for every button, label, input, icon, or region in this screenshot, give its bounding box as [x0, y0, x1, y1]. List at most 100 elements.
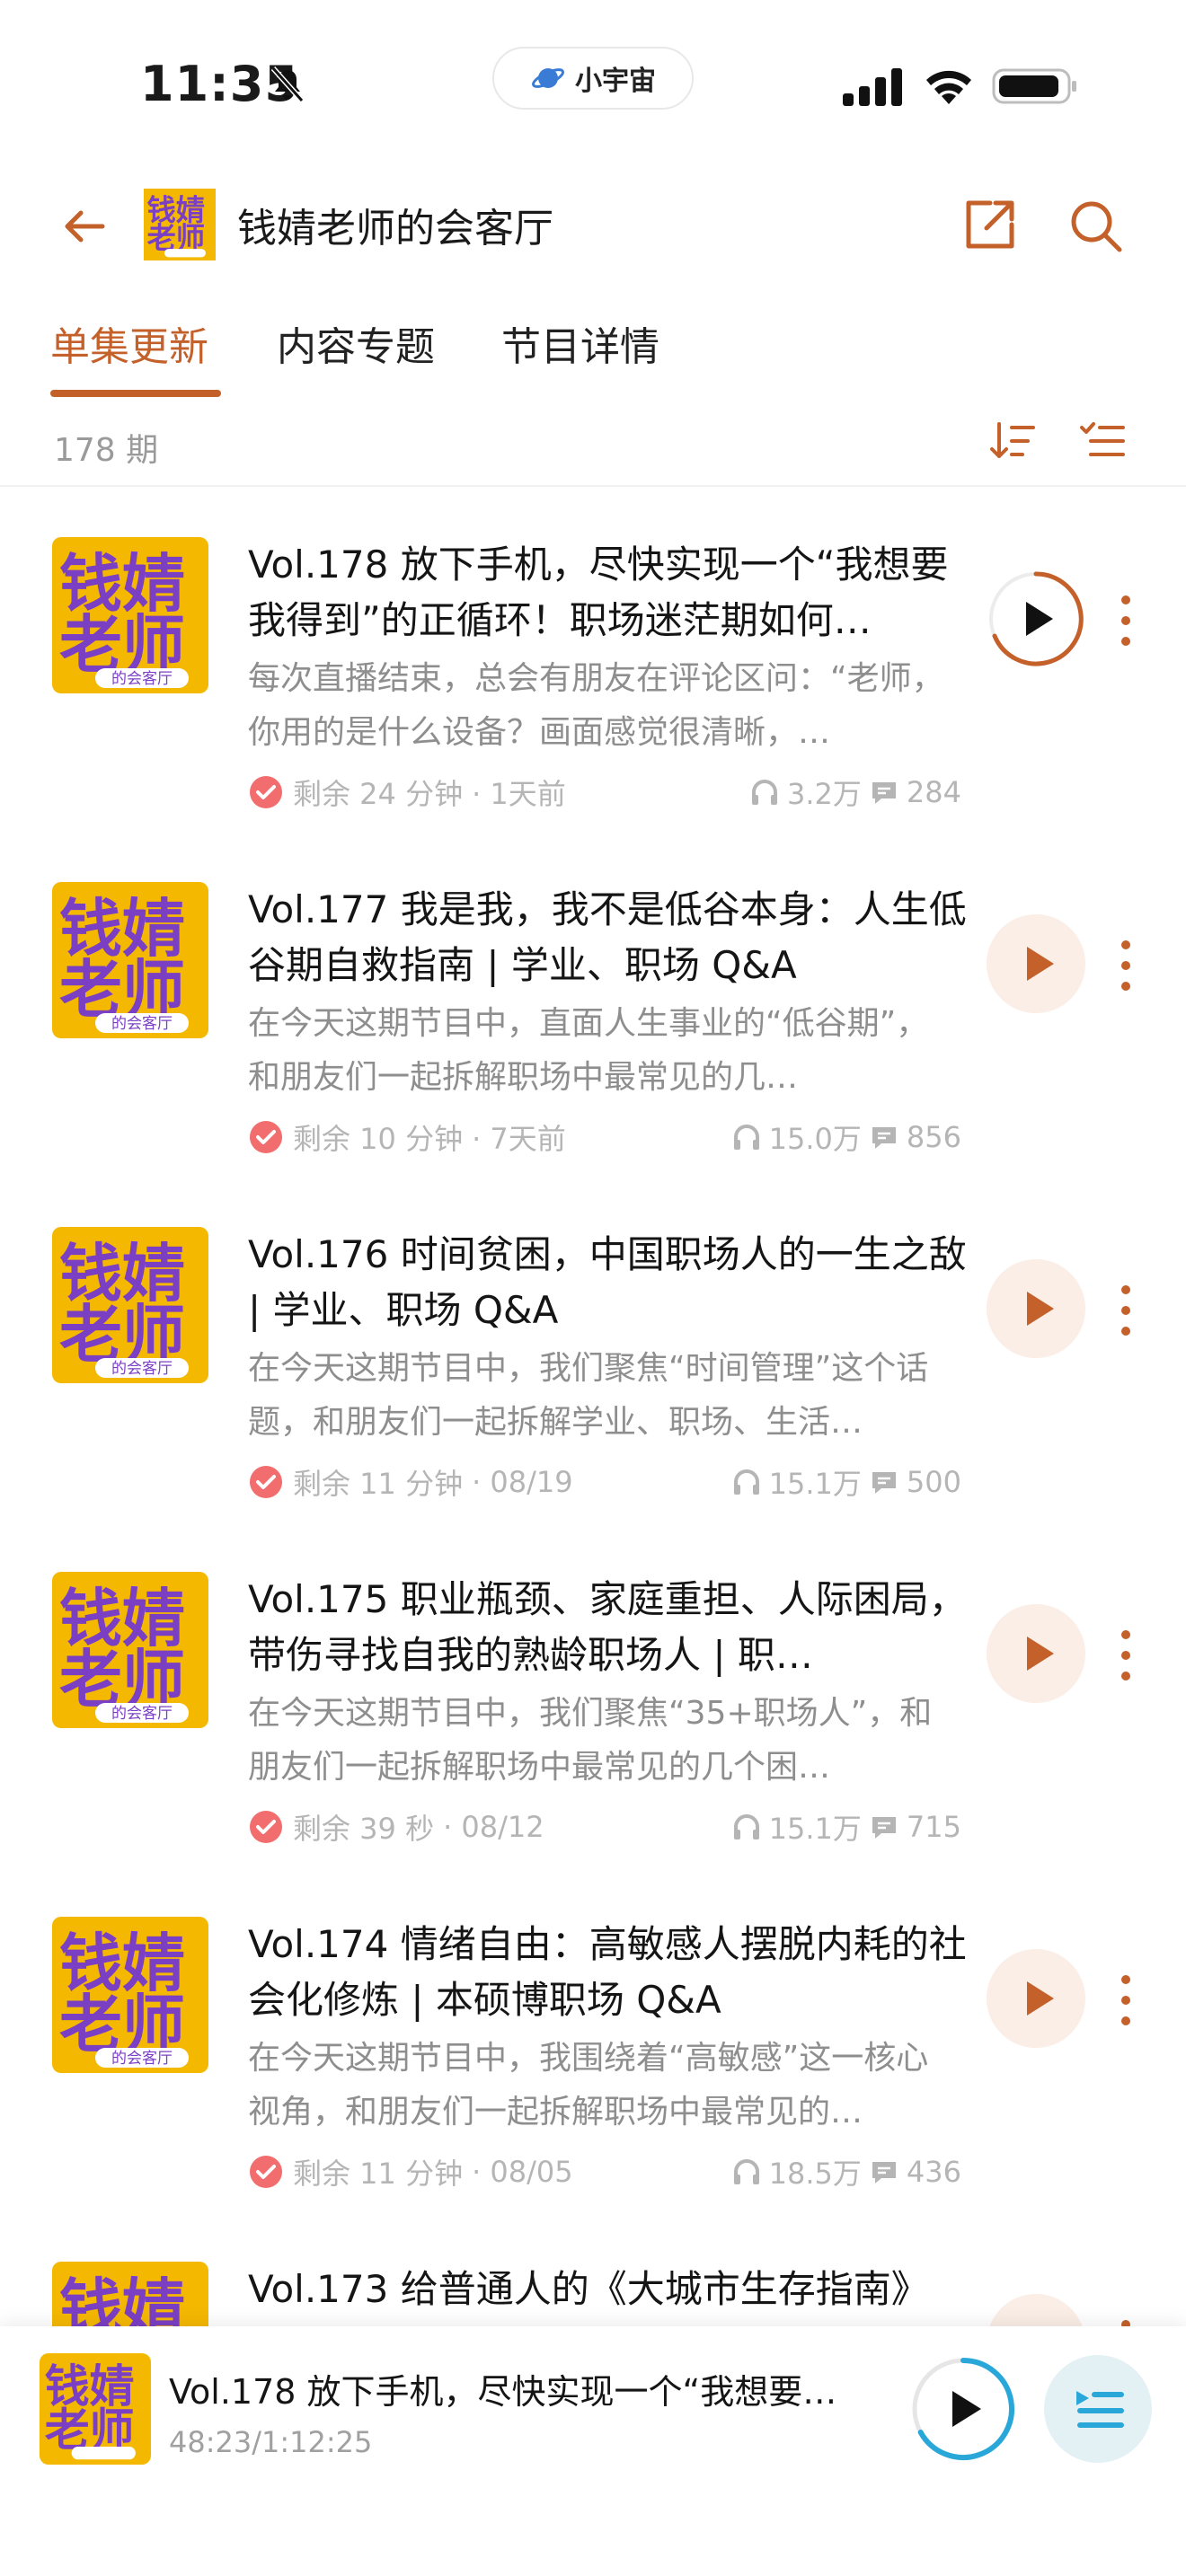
- more-vertical-icon[interactable]: [1114, 1281, 1137, 1340]
- episode-meta: 剩余 24 分钟 · 1天前: [248, 772, 566, 812]
- headphones-icon: [733, 1469, 759, 1495]
- episode-plays: 3.2万: [787, 777, 862, 811]
- episode-title: Vol.174 情绪自由：高敏感人摆脱内耗的社会化修炼 | 本硕博职场 Q&A: [248, 1922, 967, 2022]
- episode-description: 每次直播结束，总会有朋友在评论区问：“老师，你用的是什么设备？画面感觉很清晰，…: [248, 660, 944, 751]
- more-vertical-icon[interactable]: [1114, 1626, 1137, 1685]
- comment-icon: [872, 1472, 896, 1494]
- episode-cover: 钱婧老师的会客厅: [52, 882, 208, 1038]
- planet-icon: [531, 68, 565, 88]
- episode-comments: 715: [906, 1810, 961, 1844]
- episode-item[interactable]: 钱婧 老师 的会客厅 Vol.177 我是我，我不是低谷本身：人生低谷期自救指南 | …: [0, 830, 1186, 1175]
- episode-remaining: 剩余 24 分钟: [293, 777, 464, 811]
- episode-description: 在今天这期节目中，直面人生事业的“低谷期”，和朋友们一起拆解职场中最常见的几…: [248, 1005, 929, 1096]
- episode-plays: 15.1万: [768, 1467, 862, 1501]
- mini-play-button[interactable]: [909, 2355, 1017, 2463]
- episode-item[interactable]: 钱婧 老师 的会客厅 Vol.178 放下手机，尽快实现一个“我想要我得到”的正循环！…: [0, 485, 1186, 830]
- tab-details[interactable]: 节目详情: [501, 314, 659, 372]
- episode-date: · 08/05: [472, 2155, 573, 2189]
- more-vertical-icon[interactable]: [1114, 591, 1137, 650]
- episode-remaining: 剩余 39 秒: [293, 1812, 435, 1846]
- episode-comments: 500: [906, 1465, 961, 1499]
- episode-comments: 284: [906, 775, 961, 809]
- active-tab-indicator: [50, 390, 221, 397]
- podcast-logo: 钱婧 老师: [144, 189, 216, 260]
- episode-item[interactable]: 钱婧 老师 的会客厅 Vol.175 职业瓶颈、家庭重担、人际困局，带伤寻找自我的熟龄…: [0, 1520, 1186, 1865]
- svg-text:的会客厅: 的会客厅: [111, 670, 173, 688]
- episode-remaining: 剩余 10 分钟: [293, 1122, 464, 1156]
- svg-text:的会客厅: 的会客厅: [111, 1015, 173, 1033]
- check-circle-icon: [250, 1121, 282, 1153]
- episode-comments: 856: [906, 1120, 961, 1154]
- tab-topics[interactable]: 内容专题: [277, 314, 435, 372]
- episode-remaining: 剩余 11 分钟: [293, 1467, 464, 1501]
- episode-date: · 1天前: [472, 777, 566, 811]
- episode-description: 在今天这期节目中，我围绕着“高敏感”这一核心视角，和朋友们一起拆解职场中最常见的…: [248, 2040, 929, 2130]
- comment-icon: [872, 2162, 896, 2183]
- playlist-icon: [1076, 2391, 1124, 2428]
- check-circle-icon: [250, 1466, 282, 1498]
- svg-text:的会客厅: 的会客厅: [111, 2050, 173, 2068]
- svg-text:的会客厅: 的会客厅: [111, 1360, 173, 1378]
- check-circle-icon: [250, 2156, 282, 2188]
- episode-play-button[interactable]: [987, 1604, 1085, 1703]
- episode-item[interactable]: 钱婧 老师 的会客厅 Vol.176 时间贫困，中国职场人的一生之敌 | 学业、职场 …: [0, 1175, 1186, 1520]
- search-icon[interactable]: [1066, 196, 1125, 255]
- headphones-icon: [733, 1814, 759, 1839]
- filter-list-icon[interactable]: [1078, 417, 1127, 465]
- more-vertical-icon[interactable]: [1114, 1971, 1137, 2030]
- headphones-icon: [752, 780, 778, 805]
- episode-plays: 15.0万: [768, 1122, 862, 1156]
- island-label: 小宇宙: [575, 66, 656, 97]
- episode-remaining: 剩余 11 分钟: [293, 2157, 464, 2191]
- check-circle-icon: [250, 776, 282, 808]
- episode-count: 178 期: [54, 432, 159, 469]
- comment-icon: [872, 1817, 896, 1839]
- sort-icon[interactable]: [988, 417, 1037, 465]
- podcast-page: 11:35 小宇宙 钱婧 老师 钱婧老师的会客厅 单集更新 内容专题 节目详情 …: [0, 0, 1186, 2576]
- playlist-button[interactable]: [1044, 2355, 1152, 2463]
- share-icon[interactable]: [960, 196, 1019, 255]
- more-vertical-icon[interactable]: [1114, 936, 1137, 995]
- episode-title: Vol.173 给普通人的《大城市生存指南》: [248, 2267, 929, 2311]
- podcast-title: 钱婧老师的会客厅: [237, 206, 553, 251]
- episode-cover: 钱婧老师的会客厅: [52, 1227, 208, 1383]
- episode-description: 在今天这期节目中，我们聚焦“35+职场人”，和朋友们一起拆解职场中最常见的几个困…: [248, 1695, 933, 1786]
- mini-player-title: Vol.178 放下手机，尽快实现一个“我想要我…: [169, 2372, 870, 2412]
- episode-title: Vol.175 职业瓶颈、家庭重担、人际困局，带伤寻找自我的熟龄职场人 | 职…: [248, 1577, 967, 1677]
- episode-meta: 剩余 10 分钟 · 7天前: [248, 1117, 566, 1157]
- episode-meta: 剩余 11 分钟 · 08/19: [248, 1462, 573, 1502]
- episode-item[interactable]: 钱婧 老师 的会客厅 Vol.174 情绪自由：高敏感人摆脱内耗的社会化修炼 | 本硕…: [0, 1865, 1186, 2210]
- headphones-icon: [733, 2159, 759, 2184]
- status-bar: 11:35 小宇宙: [0, 0, 1186, 171]
- comment-icon: [872, 782, 896, 804]
- episode-cover: 钱婧老师的会客厅: [52, 1572, 208, 1728]
- episode-stats: 15.1万 500: [731, 1462, 961, 1502]
- episode-title: Vol.176 时间贫困，中国职场人的一生之敌 | 学业、职场 Q&A: [248, 1232, 967, 1332]
- tab-episodes[interactable]: 单集更新: [50, 314, 208, 372]
- xiaoyuzhou-island[interactable]: 小宇宙: [492, 47, 694, 110]
- comment-icon: [872, 1127, 896, 1149]
- episode-play-button[interactable]: [987, 569, 1085, 668]
- headphones-icon: [733, 1125, 759, 1150]
- episode-date: · 7天前: [472, 1122, 566, 1156]
- episode-title: Vol.177 我是我，我不是低谷本身：人生低谷期自救指南 | 学业、职场 Q&…: [248, 887, 967, 987]
- episode-play-button[interactable]: [987, 1949, 1085, 2048]
- episode-date: · 08/12: [443, 1810, 544, 1844]
- episode-cover: 钱婧老师的会客厅: [52, 537, 208, 693]
- cellular-signal-icon: [843, 68, 902, 106]
- episode-date: · 08/19: [472, 1465, 573, 1499]
- episode-title: Vol.178 放下手机，尽快实现一个“我想要我得到”的正循环！职场迷茫期如何…: [248, 543, 949, 642]
- episode-plays: 15.1万: [768, 1812, 862, 1846]
- episode-meta: 剩余 39 秒 · 08/12: [248, 1807, 544, 1847]
- mini-player-time: 48:23/1:12:25: [169, 2425, 373, 2459]
- episode-play-button[interactable]: [987, 914, 1085, 1013]
- episode-stats: 3.2万 284: [749, 772, 961, 812]
- episode-play-button[interactable]: [987, 1259, 1085, 1358]
- episode-description: 在今天这期节目中，我们聚焦“时间管理”这个话题，和朋友们一起拆解学业、职场、生活…: [248, 1350, 929, 1441]
- episode-comments: 436: [906, 2155, 961, 2189]
- battery-icon: [992, 68, 1076, 104]
- mini-player-cover: 钱婧 老师: [40, 2353, 151, 2465]
- episode-stats: 15.1万 715: [731, 1807, 961, 1847]
- home-indicator-area: [0, 2533, 1186, 2576]
- back-arrow-icon[interactable]: [58, 199, 111, 253]
